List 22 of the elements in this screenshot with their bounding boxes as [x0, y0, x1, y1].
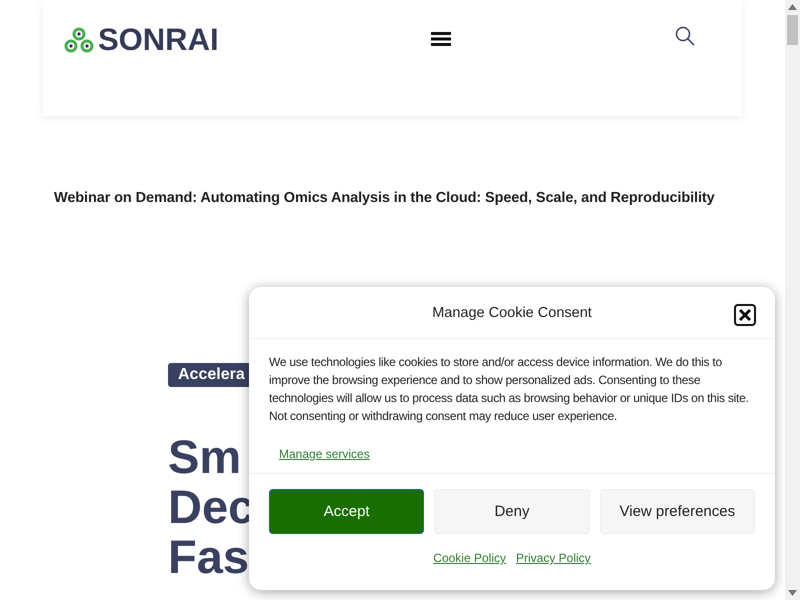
- consent-button[interactable]: Deny: [434, 489, 590, 534]
- policy-link[interactable]: Privacy Policy: [516, 551, 591, 565]
- scroll-up-icon[interactable]: [788, 4, 797, 10]
- menu-button[interactable]: [428, 29, 453, 49]
- manage-services-link[interactable]: Manage services: [279, 447, 370, 461]
- dialog-title: Manage Cookie Consent: [432, 304, 592, 320]
- logo-icon: [64, 26, 94, 54]
- scroll-thumb[interactable]: [787, 15, 798, 45]
- scrollbar[interactable]: [785, 0, 800, 600]
- accept-button[interactable]: Accept: [269, 489, 424, 534]
- close-icon: [738, 308, 752, 322]
- close-button[interactable]: [734, 304, 756, 326]
- logo-text[interactable]: SONRAI: [98, 22, 219, 58]
- search-icon[interactable]: [674, 26, 695, 46]
- hero-heading-line: Dec: [168, 482, 254, 532]
- page-title: Webinar on Demand: Automating Omics Analysis in the Cloud: Speed, Scale, and Reproducibility: [54, 190, 716, 206]
- policy-link[interactable]: Cookie Policy: [433, 551, 506, 565]
- consent-text: We use technologies like cookies to store and/or access device information. We do this to improve the browsing experience and to show personalized ads. Consenting to these technologies will allow us to process data such as browsing behavior or unique IDs on this site. Not consenting or withdrawing consent may reduce user experience.: [269, 354, 750, 425]
- consent-button[interactable]: View preferences: [600, 489, 755, 534]
- scroll-down-icon[interactable]: [788, 590, 797, 596]
- hero-heading-line: Sm: [168, 432, 242, 482]
- hero-heading-line: Fas: [168, 532, 249, 582]
